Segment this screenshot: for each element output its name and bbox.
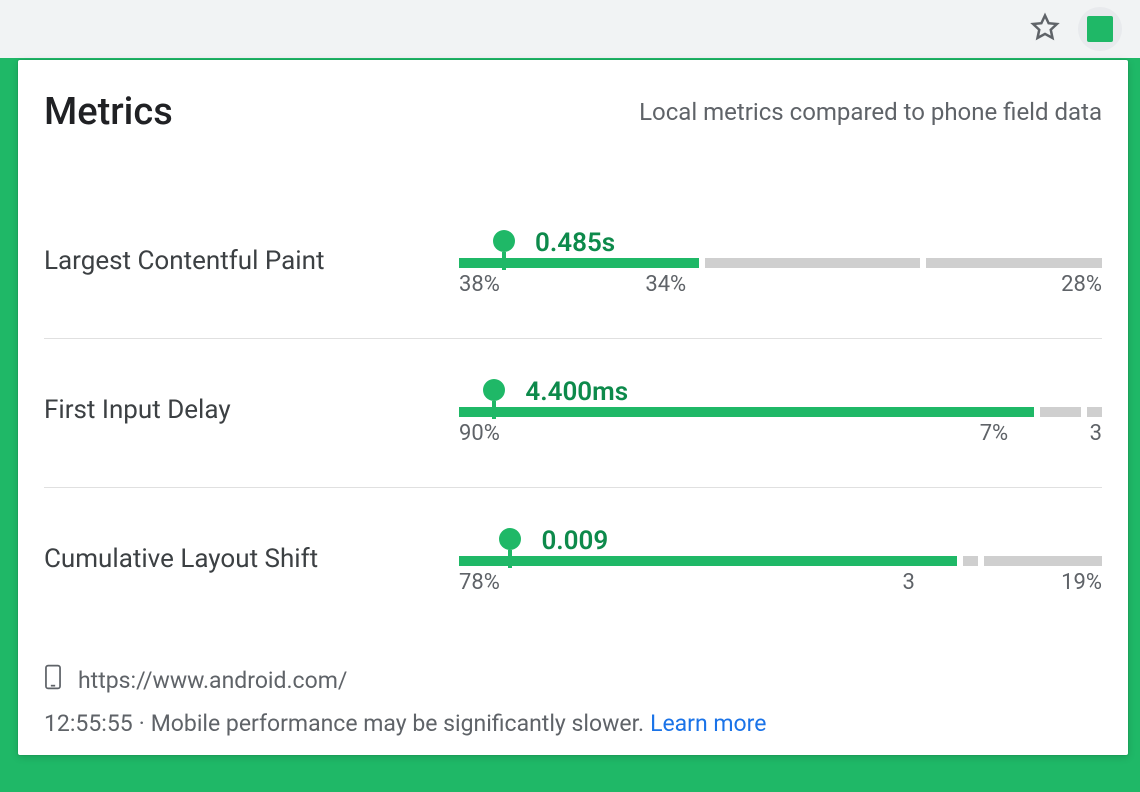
web-vitals-popup: Metrics Local metrics compared to phone … (18, 60, 1128, 755)
popup-title: Metrics (44, 90, 173, 134)
bar-segment-good (459, 556, 957, 566)
metric-marker: 4.400ms (483, 379, 505, 419)
metric-bar: 0.485s38%34%28% (459, 226, 1102, 296)
url-row: https://www.android.com/ (44, 664, 1102, 696)
separator-dot: · (139, 710, 145, 737)
bar-segment-poor (984, 556, 1102, 566)
extension-badge[interactable] (1078, 7, 1122, 51)
bar-segment-good (459, 407, 1034, 417)
page-url: https://www.android.com/ (78, 667, 347, 694)
seg-label-mid: 3 (903, 570, 915, 595)
bar-segment-mid (705, 258, 920, 268)
bar-segment-mid (963, 556, 978, 566)
metric-label: First Input Delay (44, 395, 459, 425)
metric-marker: 0.009 (499, 528, 521, 568)
metric-row: Cumulative Layout Shift0.00978%319% (44, 488, 1102, 636)
marker-dot-icon (499, 528, 521, 550)
seg-label-poor: 19% (1061, 570, 1102, 595)
marker-stem (508, 550, 512, 568)
popup-subtitle: Local metrics compared to phone field da… (639, 98, 1102, 126)
bar-segment-poor (926, 258, 1102, 268)
seg-label-poor: 28% (1061, 272, 1102, 297)
footer-row: 12:55:55 · Mobile performance may be sig… (44, 710, 1102, 737)
metric-marker: 0.485s (493, 230, 515, 270)
bar-segment-poor (1087, 407, 1102, 417)
seg-label-mid: 34% (645, 272, 686, 297)
footer-warning: Mobile performance may be significantly … (151, 710, 644, 737)
bar-segment-mid (1040, 407, 1081, 417)
seg-label-good: 38% (459, 272, 500, 297)
learn-more-link[interactable]: Learn more (650, 710, 766, 737)
metric-value: 4.400ms (525, 377, 628, 407)
marker-dot-icon (483, 379, 505, 401)
metric-bar: 4.400ms90%7%3 (459, 375, 1102, 445)
marker-dot-icon (493, 230, 515, 252)
metric-value: 0.485s (535, 228, 615, 258)
metric-row: First Input Delay4.400ms90%7%3 (44, 339, 1102, 488)
browser-toolbar (0, 0, 1140, 58)
metric-value: 0.009 (541, 526, 608, 556)
seg-label-good: 90% (459, 421, 500, 446)
extension-status-icon (1087, 16, 1113, 42)
metric-label: Largest Contentful Paint (44, 246, 459, 276)
seg-label-mid: 7% (980, 421, 1008, 446)
marker-stem (502, 252, 506, 270)
metric-row: Largest Contentful Paint0.485s38%34%28% (44, 190, 1102, 339)
bookmark-star-icon[interactable] (1030, 12, 1060, 46)
seg-label-poor: 3 (1090, 421, 1102, 446)
seg-label-good: 78% (459, 570, 500, 595)
timestamp: 12:55:55 (44, 710, 133, 737)
metric-bar: 0.00978%319% (459, 524, 1102, 594)
phone-icon (44, 664, 62, 696)
marker-stem (492, 401, 496, 419)
popup-header: Metrics Local metrics compared to phone … (44, 90, 1102, 134)
metric-label: Cumulative Layout Shift (44, 544, 459, 574)
